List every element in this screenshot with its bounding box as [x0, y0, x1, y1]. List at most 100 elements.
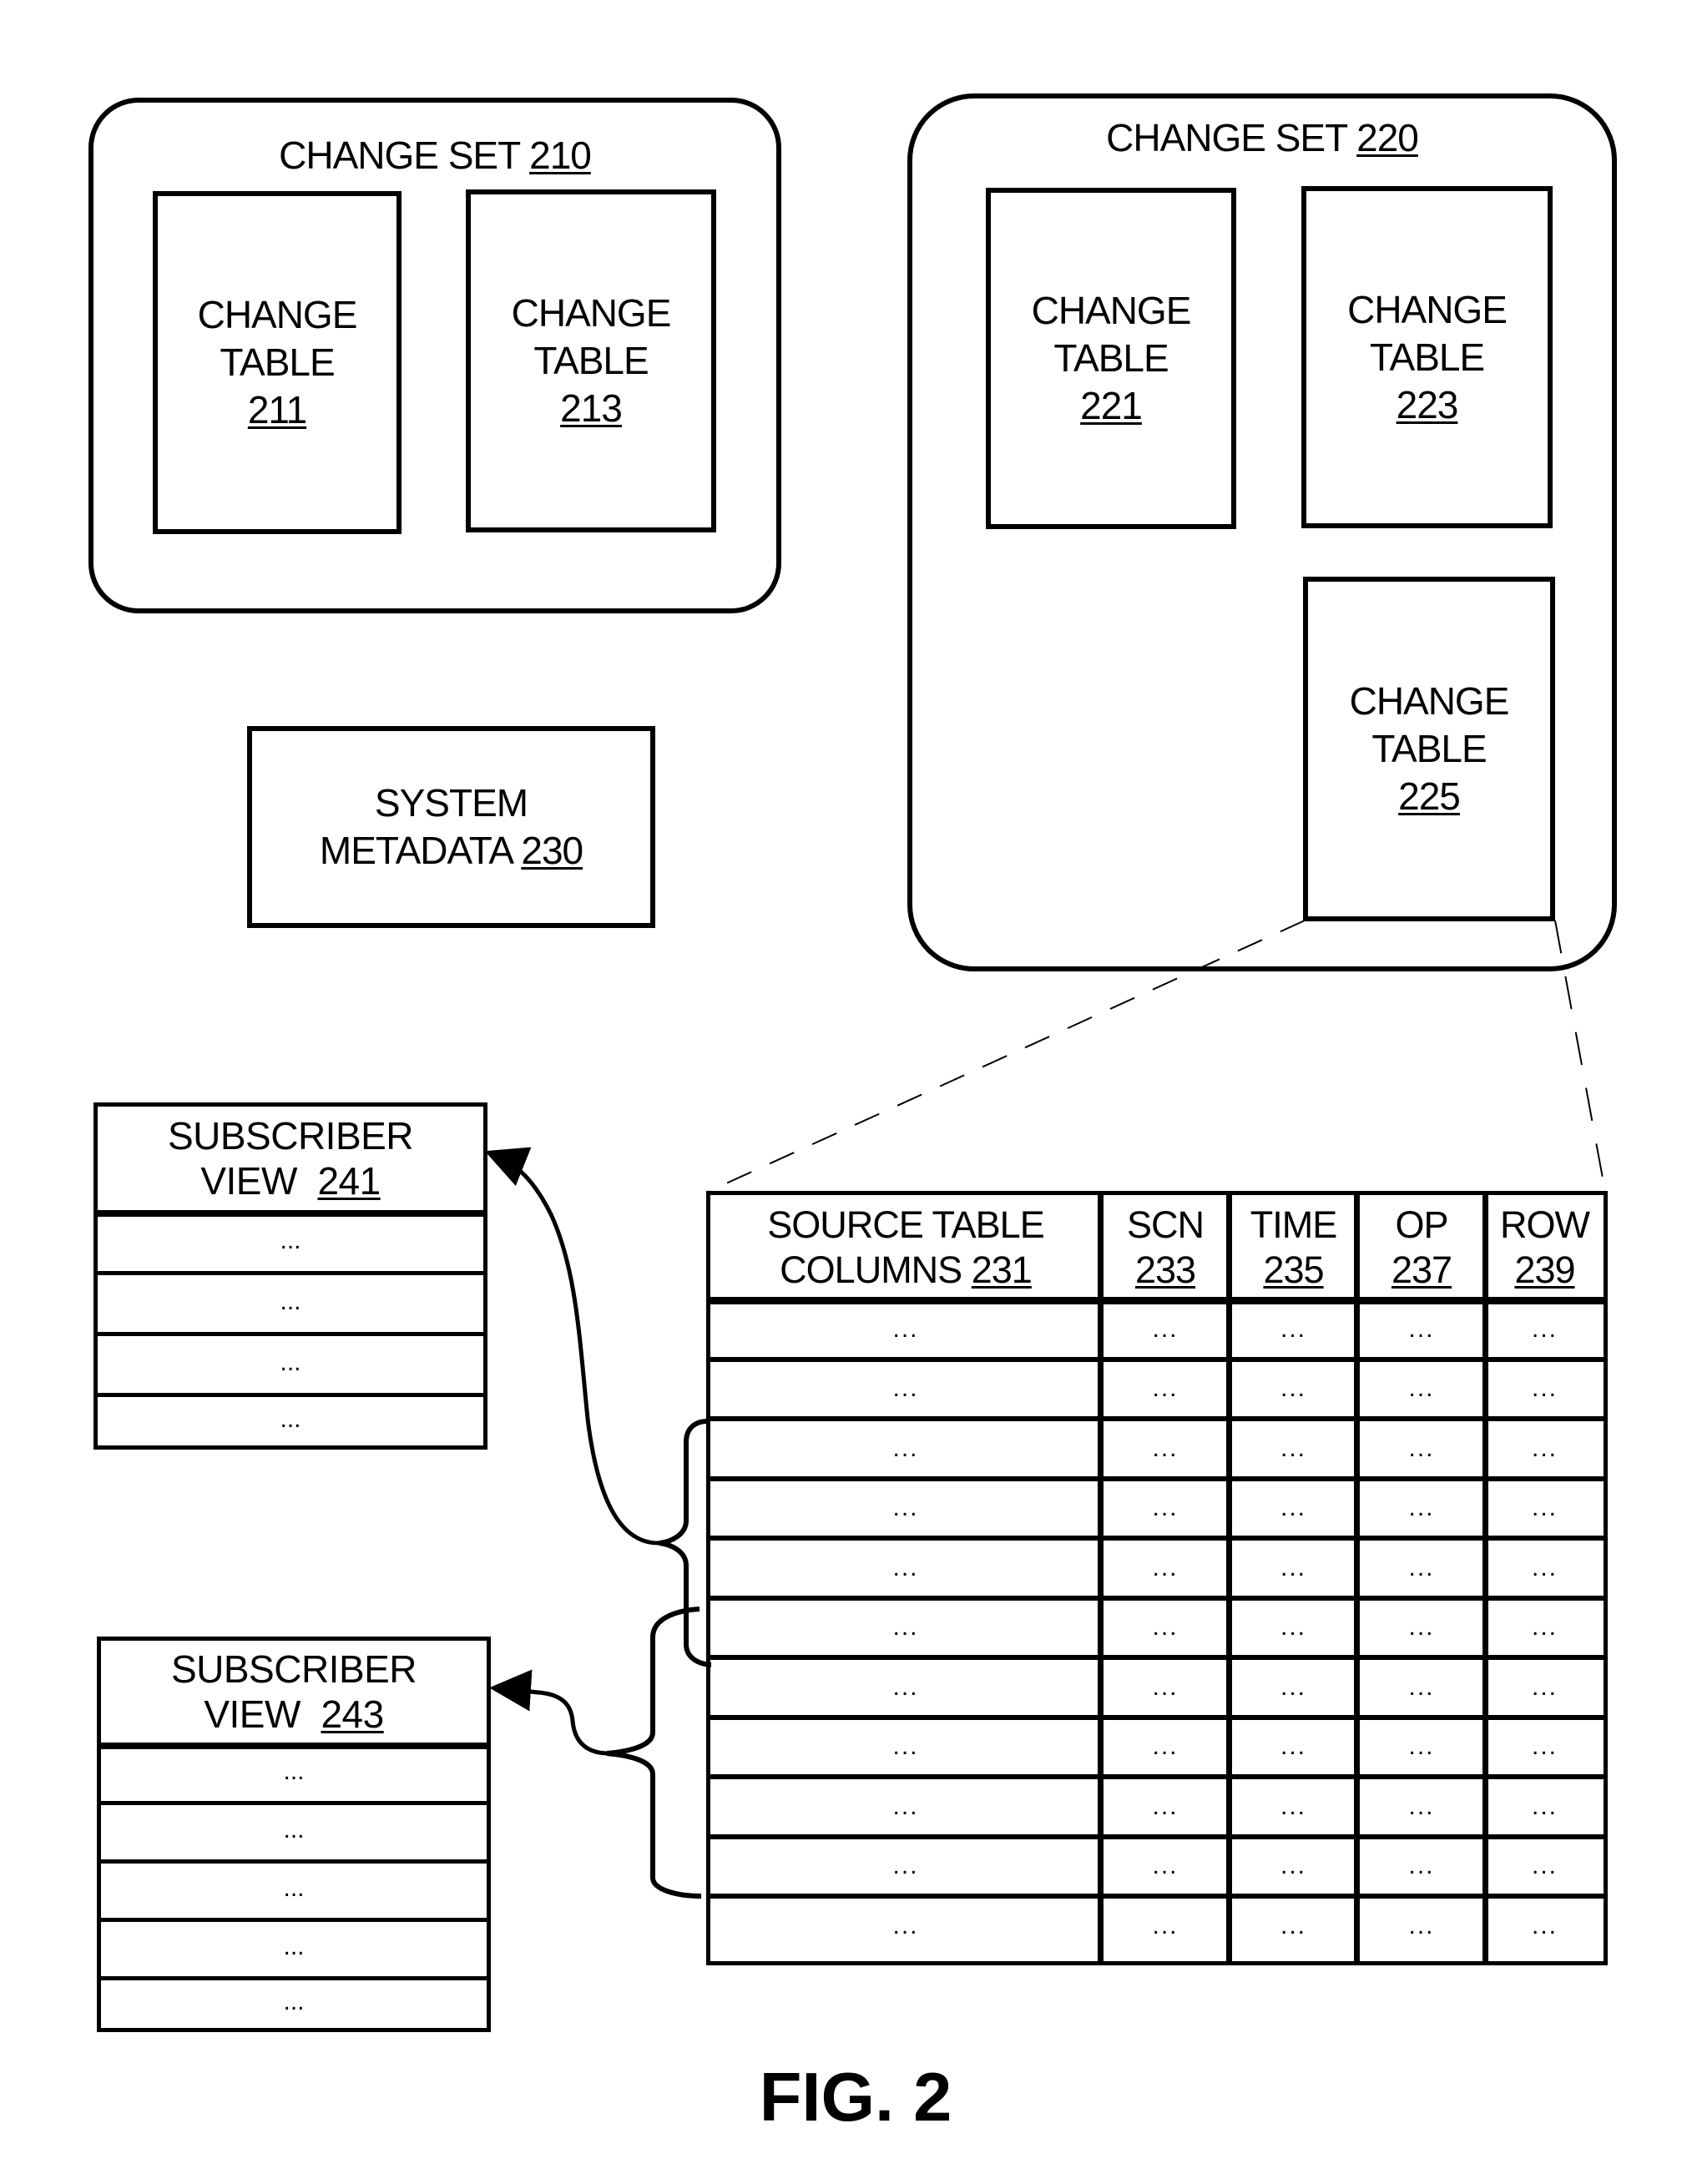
- table-cell: ...: [1531, 1553, 1558, 1581]
- change-table-ref: 221: [1080, 384, 1143, 427]
- column-divider: [1098, 1195, 1104, 1961]
- table-cell: ...: [1531, 1494, 1558, 1522]
- table-cell: ...: [1531, 1672, 1558, 1701]
- column-header-line2: 235: [1263, 1248, 1324, 1293]
- table-cell: ...: [1531, 1374, 1558, 1403]
- system-metadata-label: METADATA: [319, 829, 513, 872]
- change-table-label: CHANGE: [1031, 289, 1192, 332]
- column-header: SCN 233: [1101, 1195, 1230, 1299]
- column-header-line2: 233: [1134, 1248, 1196, 1293]
- subscriber-view-row: ...: [98, 1210, 483, 1275]
- system-metadata-label-line2: METADATA 230: [320, 827, 583, 875]
- change-table-213: CHANGE TABLE 213: [466, 189, 716, 532]
- change-table-label: TABLE: [1369, 335, 1485, 379]
- table-cell: ...: [1408, 1613, 1435, 1642]
- row-divider: [710, 1536, 1604, 1541]
- brace-rows-243: [606, 1606, 702, 1899]
- subscriber-view-row: ...: [101, 1859, 487, 1922]
- column-header-line2: 239: [1514, 1248, 1575, 1293]
- table-cell: ...: [1408, 1911, 1435, 1939]
- change-table-label: CHANGE: [197, 293, 358, 336]
- table-cell: ...: [1280, 1494, 1306, 1522]
- table-cell: ...: [1408, 1494, 1435, 1522]
- table-cell: ...: [1152, 1494, 1179, 1522]
- table-cell: ...: [1408, 1733, 1435, 1761]
- arrow-to-subscriber-view-241: [484, 1147, 660, 1546]
- column-divider: [1482, 1195, 1488, 1961]
- arrow-to-subscriber-view-243: [489, 1669, 608, 1756]
- table-cell: ...: [1408, 1314, 1435, 1343]
- column-header: OP 237: [1357, 1195, 1486, 1299]
- table-cell: ...: [1152, 1553, 1179, 1581]
- row-divider: [710, 1714, 1604, 1720]
- table-cell: ...: [1280, 1672, 1306, 1701]
- column-divider: [1354, 1195, 1360, 1961]
- ellipsis: ...: [280, 1405, 301, 1433]
- system-metadata-label: SYSTEM: [374, 781, 528, 825]
- change-set-ref: 210: [529, 134, 592, 177]
- change-set-210-title: CHANGE SET 210: [93, 134, 776, 176]
- table-cell: ...: [1408, 1672, 1435, 1701]
- ellipsis: ...: [280, 1226, 301, 1254]
- table-cell: ...: [1152, 1672, 1179, 1701]
- row-divider: [710, 1595, 1604, 1601]
- ellipsis: ...: [283, 1816, 305, 1844]
- column-header-ref: 237: [1391, 1248, 1452, 1291]
- table-cell: ...: [1408, 1852, 1435, 1880]
- ellipsis: ...: [283, 1758, 305, 1785]
- subscriber-view-header: SUBSCRIBER VIEW 241: [98, 1107, 483, 1217]
- figure-label: FIG. 2: [759, 2058, 952, 2136]
- change-table-label: CHANGE: [511, 291, 672, 335]
- change-table-detail: SOURCE TABLE COLUMNS 231 SCN 233 TIME 235 OP 23…: [706, 1191, 1608, 1965]
- table-cell: ...: [1531, 1434, 1558, 1462]
- change-table-label: TABLE: [1053, 336, 1169, 380]
- table-cell: ...: [892, 1553, 919, 1581]
- table-cell: ...: [892, 1613, 919, 1642]
- column-header-label: OP: [1395, 1203, 1448, 1246]
- table-cell: ...: [1531, 1792, 1558, 1820]
- table-cell: ...: [892, 1792, 919, 1820]
- table-cell: ...: [1531, 1733, 1558, 1761]
- table-cell: ...: [1408, 1553, 1435, 1581]
- column-header-label: SOURCE TABLE: [767, 1203, 1044, 1246]
- change-set-220-title: CHANGE SET 220: [912, 117, 1612, 159]
- column-header-ref: 235: [1263, 1248, 1324, 1291]
- subscriber-view-label: SUBSCRIBER: [167, 1114, 414, 1158]
- table-cell: ...: [1531, 1852, 1558, 1880]
- table-cell: ...: [892, 1733, 919, 1761]
- subscriber-view-ref: 241: [317, 1159, 381, 1203]
- table-cell: ...: [1280, 1434, 1306, 1462]
- subscriber-view-row: ...: [101, 1743, 487, 1805]
- row-divider: [710, 1475, 1604, 1481]
- column-header-ref: 233: [1134, 1248, 1196, 1291]
- table-cell: ...: [1152, 1792, 1179, 1820]
- change-table-223: CHANGE TABLE 223: [1301, 186, 1553, 528]
- table-cell: ...: [1531, 1613, 1558, 1642]
- row-divider: [710, 1416, 1604, 1421]
- subscriber-view-row: ...: [98, 1393, 483, 1445]
- change-table-label: TABLE: [1371, 727, 1487, 770]
- ellipsis: ...: [283, 1933, 305, 1960]
- ellipsis: ...: [280, 1287, 301, 1315]
- table-cell: ...: [1408, 1434, 1435, 1462]
- change-table-ref: 223: [1396, 382, 1459, 426]
- subscriber-view-row: ...: [101, 1918, 487, 1980]
- change-table-label: CHANGE: [1347, 287, 1508, 331]
- change-table-ref: 213: [560, 386, 623, 430]
- table-cell: ...: [1280, 1733, 1306, 1761]
- subscriber-view-label: SUBSCRIBER: [170, 1647, 417, 1691]
- table-cell: ...: [892, 1852, 919, 1880]
- table-cell: ...: [892, 1494, 919, 1522]
- column-header: SOURCE TABLE COLUMNS 231: [710, 1195, 1101, 1299]
- column-header-line2: COLUMNS 231: [780, 1248, 1033, 1293]
- system-metadata-230: SYSTEM METADATA 230: [247, 726, 655, 928]
- column-header: TIME 235: [1230, 1195, 1357, 1299]
- table-cell: ...: [1280, 1374, 1306, 1403]
- row-divider: [710, 1833, 1604, 1839]
- change-set-title-text: CHANGE SET: [1106, 116, 1347, 159]
- table-cell: ...: [892, 1672, 919, 1701]
- change-table-label: CHANGE: [1349, 679, 1510, 723]
- change-table-label: TABLE: [533, 339, 649, 382]
- column-header-ref: 231: [971, 1248, 1033, 1291]
- change-table-ref: 211: [247, 388, 307, 431]
